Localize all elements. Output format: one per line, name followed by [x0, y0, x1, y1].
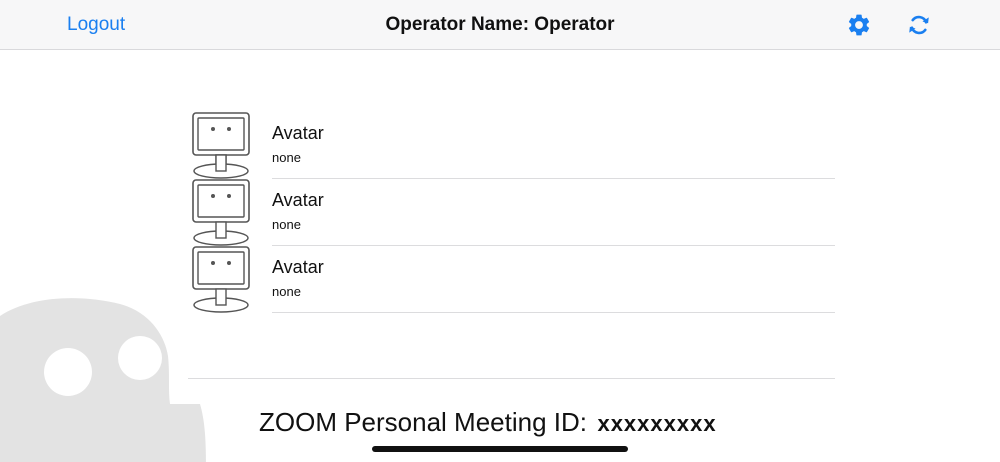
avatar-list-item[interactable]: Avatar none — [188, 112, 835, 179]
refresh-icon[interactable] — [906, 12, 932, 38]
meeting-id-label: ZOOM Personal Meeting ID: — [259, 407, 587, 437]
avatar-list-item[interactable]: Avatar none — [188, 246, 835, 313]
ghost-mascot-icon — [0, 298, 206, 462]
avatar-name: Avatar — [272, 190, 324, 210]
avatar-status: none — [272, 284, 301, 299]
navigation-bar: Logout Operator Name: Operator — [0, 0, 1000, 50]
logout-button[interactable]: Logout — [67, 14, 125, 36]
robot-avatar-icon — [192, 246, 250, 313]
avatar-status: none — [272, 217, 301, 232]
avatar-list: Avatar none Avatar none Avatar none — [188, 112, 835, 313]
robot-avatar-icon — [192, 179, 250, 246]
home-indicator — [372, 446, 628, 452]
gear-icon[interactable] — [846, 12, 872, 38]
section-divider — [188, 378, 835, 379]
avatar-name: Avatar — [272, 123, 324, 143]
avatar-name: Avatar — [272, 257, 324, 277]
row-divider — [272, 312, 835, 313]
meeting-id-row: ZOOM Personal Meeting ID: xxxxxxxxx — [259, 407, 717, 438]
avatar-status: none — [272, 150, 301, 165]
avatar-list-item[interactable]: Avatar none — [188, 179, 835, 246]
meeting-id-value: xxxxxxxxx — [597, 411, 717, 436]
robot-avatar-icon — [192, 112, 250, 179]
